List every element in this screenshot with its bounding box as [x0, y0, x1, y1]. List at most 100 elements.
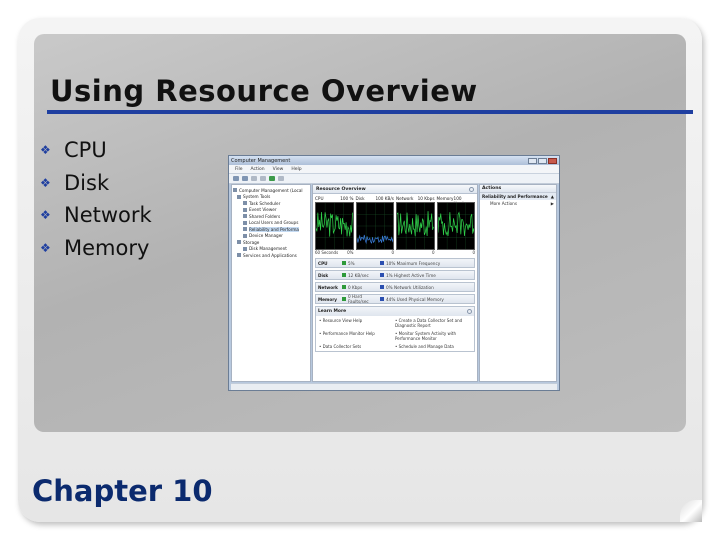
submenu-arrow-icon: ▶ — [550, 201, 554, 206]
resource-row-network[interactable]: Network 0 Kbps 0% Network Utilization — [315, 282, 475, 292]
actions-section[interactable]: Reliability and Performance ▲ — [480, 193, 556, 200]
bullet-text: Memory — [64, 235, 150, 260]
up-icon[interactable] — [251, 176, 257, 181]
resource-rows: CPU 5% 10% Maximum Frequency Disk 12 KB/sec 1… — [313, 256, 477, 304]
graph-footer: 0 — [396, 250, 435, 256]
menu-help[interactable]: Help — [291, 167, 301, 172]
graph-trace — [397, 203, 434, 249]
folder-icon — [243, 207, 247, 212]
learn-more-link[interactable]: • Performance Monitor Help — [319, 331, 395, 341]
menu-action[interactable]: Action — [251, 167, 265, 172]
maximize-icon[interactable] — [538, 157, 547, 164]
graph-time: 60 Seconds — [315, 250, 339, 255]
window-controls — [528, 157, 557, 164]
bullet-icon: ❖ — [40, 240, 51, 255]
bullet-item: ❖ Network — [40, 199, 152, 232]
tree-item[interactable]: Services and Applications — [233, 252, 309, 259]
bullet-item: ❖ CPU — [40, 134, 152, 167]
tree-item-label: Task Scheduler — [249, 200, 281, 206]
learn-more-link[interactable]: • Create a Data Collector Set and Diagno… — [395, 318, 471, 328]
graph-strip: CPU 100 % 60 Seconds 0% Disk 100 KB/s 0 Network… — [313, 194, 477, 256]
learn-more-header[interactable]: Learn More — [316, 307, 474, 316]
forward-icon[interactable] — [242, 176, 248, 181]
graph-plot — [436, 202, 475, 250]
row-name: Memory — [318, 296, 338, 302]
resource-row-memory[interactable]: Memory 0 Hard Faults/sec 44% Used Physical… — [315, 294, 475, 304]
status-square-icon — [342, 285, 346, 289]
resource-row-disk[interactable]: Disk 12 KB/sec 1% Highest Active Time — [315, 270, 475, 280]
tree-item-label: Local Users and Groups — [249, 220, 299, 226]
bullet-icon: ❖ — [40, 143, 51, 158]
tree-item-label: Device Manager — [249, 233, 284, 239]
collapse-icon[interactable] — [469, 186, 474, 192]
folder-icon — [243, 220, 247, 225]
folder-icon — [237, 240, 241, 245]
action-label: More Actions — [490, 201, 518, 206]
graph-plot — [355, 202, 394, 250]
graph-min: 0% — [347, 250, 354, 255]
graph-footer: 0 — [356, 250, 394, 256]
minimize-icon[interactable] — [528, 157, 537, 164]
navigation-tree: Computer Management (Local System Tools Ta… — [231, 184, 311, 382]
status-square-icon — [342, 261, 346, 265]
learn-more-link[interactable]: • Resource View Help — [319, 318, 395, 328]
menu-file[interactable]: File — [235, 167, 243, 172]
graph-trace — [437, 203, 474, 249]
learn-more-link[interactable]: • Schedule and Manage Data — [395, 344, 471, 349]
folder-icon — [243, 233, 247, 238]
tree-item-label: System Tools — [243, 194, 271, 200]
collapse-icon[interactable] — [467, 309, 472, 314]
row-value: 5% — [348, 260, 355, 266]
learn-more-link[interactable]: • Data Collector Sets — [319, 344, 395, 349]
graph-0: CPU 100 % 60 Seconds 0% — [315, 196, 354, 256]
play-icon[interactable] — [269, 176, 275, 181]
graph-min: 0 — [472, 250, 475, 255]
resource-overview-title: Resource Overview — [316, 186, 366, 192]
learn-more-title: Learn More — [318, 309, 347, 314]
tree-item-label: Shared Folders — [249, 213, 281, 219]
learn-more-links: • Resource View Help • Create a Data Coll… — [316, 316, 474, 351]
row-info: 1% Highest Active Time — [386, 272, 436, 278]
row-value: 12 KB/sec — [348, 272, 369, 278]
tree-item[interactable]: Computer Management (Local — [233, 187, 309, 194]
status-square-icon — [342, 273, 346, 277]
bullet-item: ❖ Disk — [40, 167, 152, 200]
actions-section-label: Reliability and Performance — [482, 194, 548, 199]
actions-pane: Actions Reliability and Performance ▲ Mo… — [479, 184, 557, 382]
slide: Using Resource Overview ❖ CPU ❖ Disk ❖ Netw… — [0, 0, 720, 540]
graph-trace — [316, 203, 353, 249]
menu-view[interactable]: View — [273, 167, 284, 172]
graph-trace — [356, 203, 393, 249]
graph-plot — [315, 202, 354, 250]
bullet-icon: ❖ — [40, 208, 51, 223]
chapter-label: Chapter 10 — [32, 474, 213, 508]
folder-icon — [243, 227, 247, 232]
window-titlebar[interactable]: Computer Management — [229, 156, 559, 165]
graph-footer: 0 — [437, 250, 475, 256]
resource-overview-header: Resource Overview — [313, 185, 477, 194]
slide-title: Using Resource Overview — [50, 74, 478, 108]
toolbar — [229, 174, 559, 184]
resource-row-cpu[interactable]: CPU 5% 10% Maximum Frequency — [315, 258, 475, 268]
back-icon[interactable] — [233, 176, 239, 181]
action-more-actions[interactable]: More Actions ▶ — [480, 200, 556, 207]
info-square-icon — [380, 261, 384, 265]
row-info: 0% Network Utilization — [386, 284, 434, 290]
bullet-text: Disk — [64, 170, 110, 195]
resource-overview-pane: Resource Overview CPU 100 % 60 Seconds 0% Di… — [312, 184, 478, 382]
row-info: 10% Maximum Frequency — [386, 260, 441, 266]
graph-min: 0 — [431, 250, 435, 255]
close-icon[interactable] — [548, 157, 557, 164]
tree-item-label: Event Viewer — [249, 207, 277, 213]
actions-header: Actions — [480, 185, 556, 193]
graph-3: Memory100 Hard...0 — [436, 196, 475, 256]
window-title: Computer Management — [231, 157, 291, 164]
info-square-icon — [380, 273, 384, 277]
tree-item-label: Computer Management (Local — [239, 187, 303, 193]
show-hide-tree-icon[interactable] — [260, 176, 266, 181]
row-name: Network — [318, 284, 338, 290]
learn-more-link[interactable]: • Monitor System Activity with Performan… — [395, 331, 471, 341]
stop-icon[interactable] — [278, 176, 284, 181]
menu-bar: File Action View Help — [229, 165, 559, 174]
info-square-icon — [380, 297, 384, 301]
